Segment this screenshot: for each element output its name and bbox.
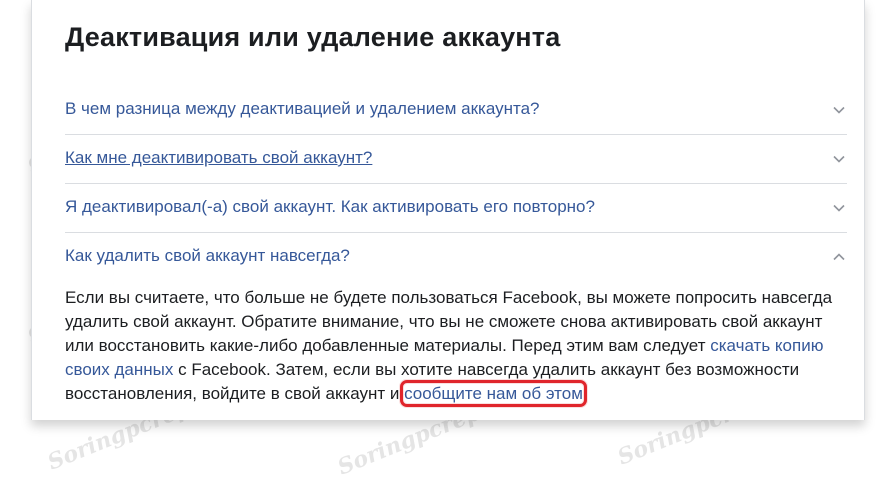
faq-question[interactable]: В чем разница между деактивацией и удале… [65, 99, 540, 119]
answer-text-part: . [582, 384, 588, 403]
faq-answer: Если вы считаете, что больше не будете п… [65, 286, 855, 407]
chevron-down-icon[interactable] [831, 200, 847, 216]
faq-item-delete[interactable]: Как удалить свой аккаунт навсегда? [65, 233, 847, 281]
page-title: Деактивация или удаление аккаунта [65, 22, 561, 52]
faq-item-deactivate[interactable]: Как мне деактивировать свой аккаунт? [65, 135, 847, 184]
faq-item-difference[interactable]: В чем разница между деактивацией и удале… [65, 86, 847, 135]
faq-question[interactable]: Как удалить свой аккаунт навсегда? [65, 246, 350, 266]
chevron-down-icon[interactable] [831, 102, 847, 118]
faq-item-reactivate[interactable]: Я деактивировал(-а) свой аккаунт. Как ак… [65, 184, 847, 233]
answer-text: Если вы считаете, что больше не будете п… [65, 286, 855, 407]
chevron-down-icon[interactable] [831, 151, 847, 167]
contact-us-link[interactable]: сообщите нам об этом [400, 380, 587, 407]
chevron-up-icon[interactable] [831, 249, 847, 265]
faq-list: В чем разница между деактивацией и удале… [65, 86, 847, 281]
help-card: Деактивация или удаление аккаунта В чем … [31, 0, 865, 420]
faq-question[interactable]: Я деактивировал(-а) свой аккаунт. Как ак… [65, 197, 595, 217]
faq-question[interactable]: Как мне деактивировать свой аккаунт? [65, 148, 372, 168]
